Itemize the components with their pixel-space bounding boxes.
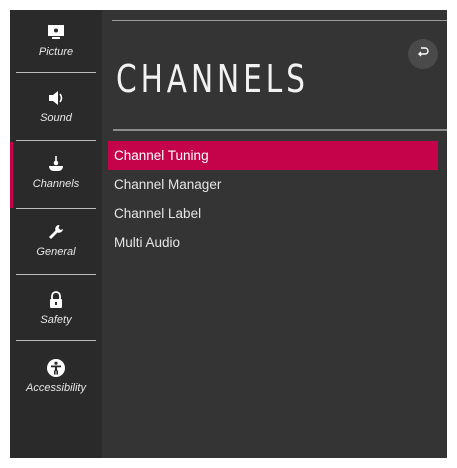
sidebar-item-channels[interactable]: Channels: [10, 142, 102, 208]
monitor-icon: [46, 22, 66, 42]
speaker-icon: [46, 88, 66, 108]
menu-item-multi-audio[interactable]: Multi Audio: [108, 228, 438, 257]
wrench-icon: [46, 222, 66, 242]
accessibility-icon: [46, 358, 66, 378]
sidebar-item-label: Picture: [38, 46, 74, 58]
sidebar-item-picture[interactable]: Picture: [10, 22, 102, 58]
sidebar-item-label: Sound: [40, 112, 72, 124]
lock-icon: [46, 290, 66, 310]
page-title: CHANNELS: [116, 57, 309, 102]
sidebar-divider: [16, 208, 96, 209]
sidebar-item-label: Safety: [40, 314, 72, 326]
sidebar-item-accessibility[interactable]: Accessibility: [10, 358, 102, 394]
sidebar-item-label: Accessibility: [26, 382, 86, 394]
sidebar-divider: [16, 140, 96, 141]
menu-item-channel-tuning[interactable]: Channel Tuning: [108, 141, 438, 170]
sidebar-divider: [16, 274, 96, 275]
sidebar: Picture Sound Channels General Safety Ac…: [10, 10, 102, 458]
menu-item-channel-manager[interactable]: Channel Manager: [108, 170, 438, 199]
settings-screen: Picture Sound Channels General Safety Ac…: [10, 10, 447, 458]
sidebar-divider: [16, 72, 96, 73]
header-divider: [112, 20, 447, 21]
title-divider: [113, 129, 447, 131]
sidebar-item-label: General: [36, 246, 76, 258]
back-button[interactable]: [408, 39, 438, 69]
menu-item-channel-label[interactable]: Channel Label: [108, 199, 438, 228]
sidebar-divider: [16, 340, 96, 341]
channel-menu: Channel Tuning Channel Manager Channel L…: [108, 141, 438, 257]
sidebar-item-safety[interactable]: Safety: [10, 290, 102, 326]
back-arrow-icon: [416, 45, 430, 63]
sidebar-item-label: Channels: [32, 178, 80, 190]
sidebar-item-sound[interactable]: Sound: [10, 88, 102, 124]
antenna-icon: [46, 154, 66, 174]
sidebar-item-general[interactable]: General: [10, 222, 102, 258]
